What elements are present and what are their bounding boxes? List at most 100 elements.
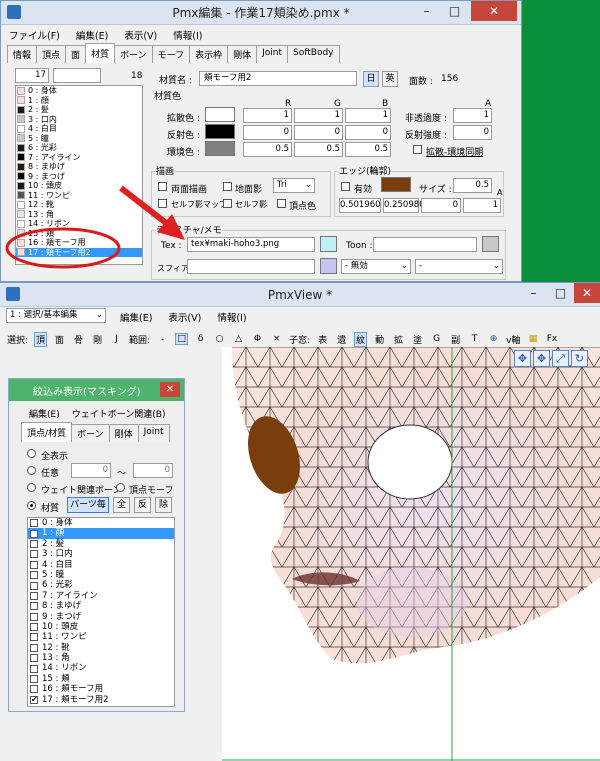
mask-list-item[interactable]: 10 : 頭皮 (28, 622, 174, 632)
mask-menu-weight[interactable]: ウェイトボーン関連(B) (72, 407, 166, 420)
grid-icon[interactable]: ▦ (526, 334, 539, 344)
mask-item-checkbox[interactable] (30, 685, 38, 694)
opt-all-radio[interactable] (27, 449, 36, 458)
mask-item-label: 0 : 身体 (42, 518, 73, 528)
mask-list-item[interactable]: 13 : 角 (28, 653, 174, 663)
mask-item-checkbox[interactable] (30, 560, 38, 569)
mask-list-item[interactable]: 16 : 頬モーフ用 (28, 684, 174, 694)
mask-tab-bone[interactable]: ボーン (71, 424, 110, 442)
mask-list-item[interactable]: ✔ 1 : 顔 (28, 528, 174, 539)
mask-menu-edit[interactable]: 編集(E) (29, 407, 60, 420)
invert-button[interactable]: 反 (134, 497, 151, 513)
mask-item-checkbox[interactable] (30, 581, 38, 590)
minimize-button[interactable]: – (520, 283, 547, 303)
parts-button[interactable]: パーツ毎 (67, 497, 109, 513)
select-face-button[interactable]: 面 (53, 333, 66, 346)
mask-item-checkbox[interactable] (30, 623, 38, 632)
select-joint-button[interactable]: J (110, 334, 123, 344)
mask-list-item[interactable]: 2 : 髪 (28, 539, 174, 549)
mask-item-checkbox[interactable] (30, 654, 38, 663)
sub-transfer-button[interactable]: 遺 (335, 333, 348, 346)
mask-list-item[interactable]: 9 : まつげ (28, 612, 174, 622)
target-icon[interactable]: ⊕ (487, 334, 500, 344)
mask-item-checkbox[interactable] (30, 591, 38, 600)
vaxis-button[interactable]: v軸 (506, 333, 520, 346)
mask-list-item[interactable]: 15 : 頬 (28, 674, 174, 684)
mask-item-checkbox[interactable] (30, 675, 38, 684)
sub-g-button[interactable]: G (430, 334, 443, 344)
arrow-shaft-top (119, 185, 172, 229)
select-bone-button[interactable]: 骨 (72, 333, 85, 346)
masking-titlebar: 絞込み表示(マスキング) ✕ (9, 379, 184, 401)
mask-list-item[interactable]: 7 : アイライン (28, 591, 174, 601)
view-title: PmxView * (267, 287, 333, 302)
select-vertex-button[interactable]: 頂 (34, 331, 48, 347)
sub-t-button[interactable]: T (468, 334, 481, 344)
view-menu-edit[interactable]: 編集(E) (120, 310, 152, 324)
mask-list-item[interactable]: 14 : リボン (28, 663, 174, 673)
fx-button[interactable]: Fx (545, 334, 558, 344)
mask-list-item[interactable]: 3 : 口内 (28, 549, 174, 559)
range-phi-button[interactable]: Φ (251, 334, 264, 344)
mask-list-item[interactable]: 0 : 身体 (28, 518, 174, 528)
opt-material-label: 材質 (41, 504, 60, 514)
range-rect-button[interactable]: □ (175, 333, 189, 345)
opt-material-radio[interactable] (27, 501, 36, 510)
mask-tab-vertex-material[interactable]: 頂点/材質 (21, 422, 73, 442)
mask-item-checkbox[interactable] (30, 602, 38, 611)
mask-item-checkbox[interactable] (30, 550, 38, 559)
mask-item-checkbox[interactable] (30, 519, 38, 528)
select-all-button[interactable]: 全 (113, 497, 130, 513)
mask-item-checkbox[interactable] (30, 633, 38, 642)
range-to-input[interactable]: 0 (133, 463, 173, 478)
rotate-icon[interactable]: ↻ (571, 350, 588, 367)
zoom-icon[interactable]: ⤢ (552, 350, 569, 367)
select-rigid-button[interactable]: 剛 (91, 333, 104, 346)
sub-scale-button[interactable]: 拡 (392, 333, 405, 346)
sub-paint-button[interactable]: 塗 (411, 333, 424, 346)
close-button[interactable]: ✕ (574, 283, 600, 303)
sub-mask-button[interactable]: 紋 (354, 331, 368, 347)
close-icon[interactable]: ✕ (160, 382, 180, 397)
mask-item-checkbox[interactable] (30, 571, 38, 580)
range-point-button[interactable]: ・ (156, 333, 169, 346)
maximize-button[interactable]: □ (547, 283, 574, 303)
opt-vmorph-radio[interactable] (116, 483, 125, 492)
mode-select[interactable]: 1 : 選択/基本編集 ⌄ (6, 308, 106, 323)
3d-viewport[interactable]: ✥ ✥ ⤢ ↻ (222, 347, 600, 761)
mask-item-label: 2 : 髪 (42, 538, 65, 549)
view-menu-display[interactable]: 表示(V) (168, 310, 201, 324)
mask-item-checkbox[interactable] (30, 539, 38, 548)
opt-weight-radio[interactable] (27, 483, 36, 492)
view-menu-info[interactable]: 情報(I) (217, 310, 246, 324)
range-triangle-button[interactable]: △ (232, 334, 245, 344)
face-mesh (222, 347, 600, 761)
mask-item-checkbox[interactable] (30, 664, 38, 673)
range-circle-button[interactable]: ○ (213, 334, 226, 344)
mask-material-list[interactable]: 0 : 身体 ✔ 1 : 顔2 : 髪3 : 口内 4 : 白目 5 : 瞳6 : 光彩… (27, 517, 175, 707)
mask-list-item[interactable]: 4 : 白目 (28, 560, 174, 570)
range-lasso-button[interactable]: δ (194, 334, 207, 344)
mask-tab-joint[interactable]: Joint (137, 424, 170, 442)
mask-item-checkbox[interactable] (30, 643, 38, 652)
opt-any-radio[interactable] (27, 466, 36, 475)
mask-item-checkbox[interactable]: ✔ (30, 695, 38, 704)
mask-list-item[interactable]: ✔ 17 : 頬モーフ用2 (28, 695, 174, 705)
mask-list-item[interactable]: 5 : 瞳 (28, 570, 174, 580)
mask-list-item[interactable]: 6 : 光彩 (28, 580, 174, 590)
sub-move-button[interactable]: 動 (373, 333, 386, 346)
mask-list-item[interactable]: 8 : まゆげ (28, 601, 174, 611)
move-all-icon[interactable]: ✥ (533, 350, 550, 367)
mask-list-item[interactable]: 11 : ワンピ (28, 632, 174, 642)
mask-item-checkbox[interactable]: ✔ (30, 529, 38, 538)
exclude-button[interactable]: 除 (155, 497, 172, 513)
mask-tab-rigid[interactable]: 剛体 (108, 424, 139, 442)
move-icon[interactable]: ✥ (514, 350, 531, 367)
mask-item-label: 1 : 顔 (42, 528, 65, 539)
range-cross-button[interactable]: × (270, 334, 283, 344)
range-from-input[interactable]: 0 (71, 463, 111, 478)
sub-display-button[interactable]: 表 (316, 333, 329, 346)
mask-item-checkbox[interactable] (30, 612, 38, 621)
mask-list-item[interactable]: 12 : 靴 (28, 643, 174, 653)
sub-sub-button[interactable]: 副 (449, 333, 462, 346)
